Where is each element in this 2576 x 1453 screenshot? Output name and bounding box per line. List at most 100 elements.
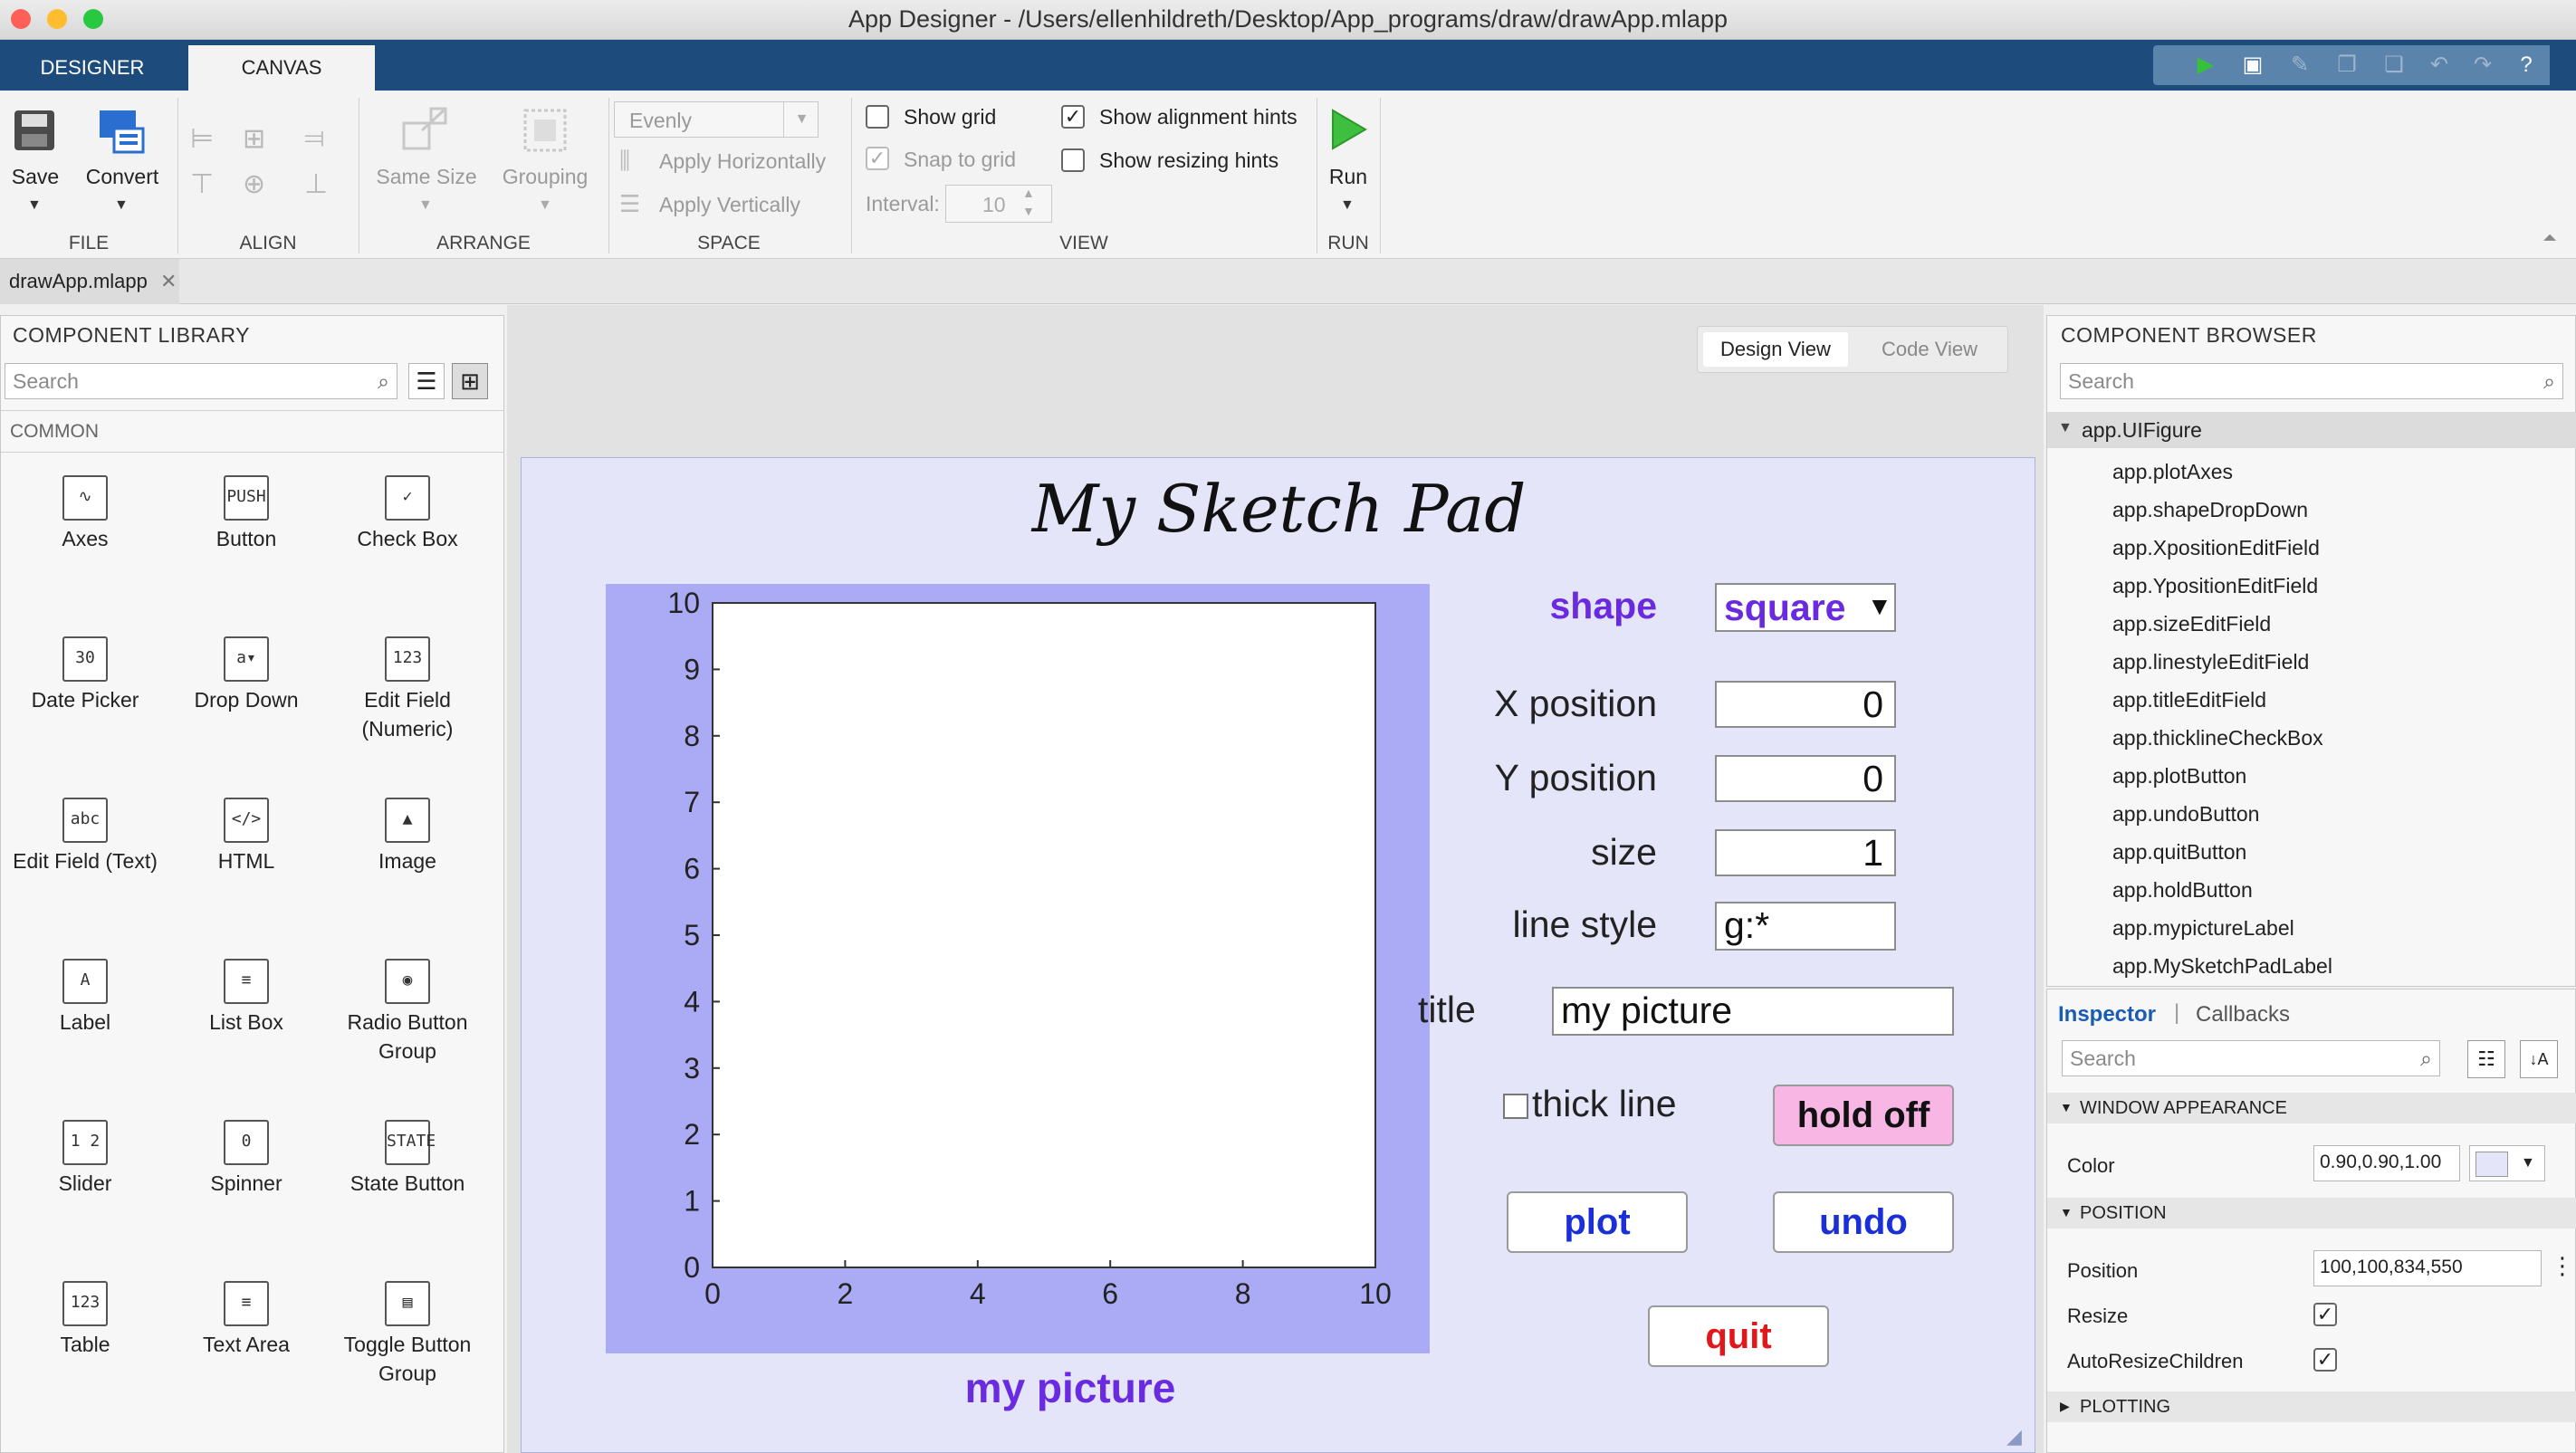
- save-icon[interactable]: ▣: [2238, 51, 2267, 80]
- convert-dropdown-icon[interactable]: ▼: [114, 197, 129, 214]
- more-options-icon[interactable]: ⋮: [2551, 1252, 2574, 1280]
- tree-item[interactable]: app.titleEditField: [2112, 688, 2266, 712]
- window-appearance-header[interactable]: ▼ WINDOW APPEARANCE: [2047, 1093, 2576, 1123]
- convert-button[interactable]: Convert: [78, 165, 167, 189]
- library-item[interactable]: ✓ Check Box: [327, 475, 488, 553]
- run-icon[interactable]: ▶: [2191, 51, 2220, 80]
- save-dropdown-icon[interactable]: ▼: [27, 197, 42, 214]
- library-item[interactable]: A Label: [5, 959, 166, 1037]
- tree-item[interactable]: app.holdButton: [2112, 878, 2253, 903]
- tree-item[interactable]: app.YpositionEditField: [2112, 574, 2318, 598]
- tree-root-row[interactable]: ▼ app.UIFigure: [2047, 412, 2576, 448]
- interval-spinner[interactable]: 10 ▲ ▼: [945, 185, 1052, 223]
- tree-item[interactable]: app.XpositionEditField: [2112, 536, 2320, 560]
- copy-icon[interactable]: ❐: [2332, 51, 2361, 80]
- design-view-button[interactable]: Design View: [1703, 332, 1848, 367]
- run-button[interactable]: Run: [1318, 165, 1378, 189]
- grouping-dropdown-icon[interactable]: ▼: [538, 197, 552, 214]
- redo-icon[interactable]: ↷: [2468, 51, 2497, 80]
- tree-item[interactable]: app.mypictureLabel: [2112, 916, 2294, 941]
- library-item[interactable]: ▤ Toggle Button Group: [327, 1281, 488, 1388]
- collapse-toolstrip-icon[interactable]: ⏶: [2542, 228, 2557, 249]
- run-dropdown-icon[interactable]: ▼: [1340, 197, 1355, 214]
- list-view-icon[interactable]: ☰: [408, 363, 445, 399]
- grid-view-icon[interactable]: ⊞: [452, 363, 488, 399]
- tab-designer[interactable]: DESIGNER: [0, 45, 185, 91]
- title-field[interactable]: my picture: [1552, 987, 1954, 1036]
- plotting-header[interactable]: ▶ PLOTTING: [2047, 1391, 2576, 1422]
- library-item[interactable]: 1 2 Slider: [5, 1120, 166, 1198]
- align-bottom-icon[interactable]: ⊥: [304, 168, 328, 200]
- library-item[interactable]: STATE State Button: [327, 1120, 488, 1198]
- library-item[interactable]: 30 Date Picker: [5, 636, 166, 714]
- color-value-field[interactable]: 0.90,0.90,1.00: [2313, 1145, 2460, 1181]
- tab-canvas[interactable]: CANVAS: [188, 45, 375, 91]
- tree-item[interactable]: app.sizeEditField: [2112, 612, 2271, 636]
- library-item[interactable]: abc Edit Field (Text): [5, 798, 166, 875]
- library-item[interactable]: ∿ Axes: [5, 475, 166, 553]
- same-size-button[interactable]: Same Size: [368, 165, 485, 189]
- resize-checkbox[interactable]: ✓: [2313, 1303, 2337, 1326]
- snap-to-grid-checkbox[interactable]: ✓: [866, 147, 889, 170]
- x-position-field[interactable]: 0: [1715, 681, 1896, 728]
- paste-icon[interactable]: ❏: [2380, 51, 2408, 80]
- quit-button[interactable]: quit: [1648, 1305, 1829, 1367]
- color-picker-button[interactable]: ▼: [2469, 1145, 2545, 1181]
- tree-item[interactable]: app.quitButton: [2112, 840, 2246, 865]
- spinner-up-icon[interactable]: ▲: [1022, 186, 1035, 200]
- code-view-button[interactable]: Code View: [1857, 332, 2002, 367]
- align-left-icon[interactable]: ⊨: [190, 123, 214, 155]
- collapse-icon[interactable]: ▼: [2060, 1100, 2073, 1114]
- align-right-icon[interactable]: ⫤: [304, 123, 325, 154]
- resize-grip-icon[interactable]: ◢: [2006, 1425, 2022, 1448]
- tree-item[interactable]: app.MySketchPadLabel: [2112, 954, 2332, 979]
- position-value-field[interactable]: 100,100,834,550: [2313, 1250, 2542, 1286]
- inspector-tab[interactable]: Inspector: [2058, 1002, 2156, 1028]
- expand-icon[interactable]: ▼: [2058, 420, 2073, 436]
- library-item[interactable]: ≡ List Box: [166, 959, 327, 1037]
- save-button[interactable]: Save: [4, 165, 67, 189]
- plot-axes[interactable]: 0 2 4 6 8 10 0 1 2 3 4 5 6 7 8 9 10: [606, 584, 1430, 1353]
- callbacks-tab[interactable]: Callbacks: [2196, 1002, 2290, 1028]
- collapse-icon[interactable]: ▼: [2060, 1205, 2073, 1219]
- size-field[interactable]: 1: [1715, 829, 1896, 876]
- sort-az-icon[interactable]: ↓A: [2520, 1040, 2558, 1078]
- hold-button[interactable]: hold off: [1773, 1085, 1954, 1146]
- undo-icon[interactable]: ↶: [2425, 51, 2454, 80]
- library-item[interactable]: 0 Spinner: [166, 1120, 327, 1198]
- spinner-down-icon[interactable]: ▼: [1022, 204, 1035, 218]
- tree-item[interactable]: app.plotButton: [2112, 764, 2246, 789]
- library-item[interactable]: </> HTML: [166, 798, 327, 875]
- save-icon[interactable]: [9, 105, 63, 156]
- undo-button[interactable]: undo: [1773, 1191, 1954, 1253]
- browser-search-input[interactable]: Search ⌕: [2060, 363, 2563, 399]
- brush-icon[interactable]: ✎: [2285, 51, 2314, 80]
- show-grid-checkbox[interactable]: [866, 105, 889, 129]
- library-item[interactable]: 123 Edit Field (Numeric): [327, 636, 488, 743]
- plot-button[interactable]: plot: [1507, 1191, 1688, 1253]
- document-tab[interactable]: drawApp.mlapp ✕: [0, 259, 179, 304]
- position-header[interactable]: ▼ POSITION: [2047, 1198, 2576, 1228]
- tree-item[interactable]: app.shapeDropDown: [2112, 498, 2308, 522]
- group-properties-icon[interactable]: ☷: [2467, 1040, 2505, 1078]
- library-item[interactable]: ▲ Image: [327, 798, 488, 875]
- help-icon[interactable]: ?: [2512, 51, 2541, 80]
- shape-dropdown[interactable]: square ▼: [1715, 583, 1896, 632]
- align-top-icon[interactable]: ⊤: [190, 168, 214, 200]
- tree-item[interactable]: app.plotAxes: [2112, 460, 2233, 484]
- align-center-icon[interactable]: ⊞: [243, 123, 265, 155]
- same-size-dropdown-icon[interactable]: ▼: [418, 197, 433, 214]
- space-evenly-dropdown[interactable]: Evenly ▼: [614, 101, 819, 138]
- library-item[interactable]: 123 Table: [5, 1281, 166, 1359]
- align-middle-icon[interactable]: ⊕: [243, 168, 265, 200]
- tree-item[interactable]: app.thicklineCheckBox: [2112, 726, 2323, 750]
- apply-horizontally-button[interactable]: Apply Horizontally: [659, 149, 826, 174]
- library-item[interactable]: PUSH Button: [166, 475, 327, 553]
- library-item[interactable]: a▾ Drop Down: [166, 636, 327, 714]
- inspector-search-input[interactable]: Search ⌕: [2062, 1040, 2440, 1076]
- grouping-button[interactable]: Grouping: [491, 165, 599, 189]
- tree-item[interactable]: app.linestyleEditField: [2112, 650, 2309, 674]
- ui-figure[interactable]: My Sketch Pad 0 2 4 6 8 10 0 1 2 3 4 5 6 7 8 9 10 my pic…: [521, 457, 2035, 1453]
- thick-line-checkbox[interactable]: [1503, 1094, 1528, 1119]
- library-item[interactable]: ≡ Text Area: [166, 1281, 327, 1359]
